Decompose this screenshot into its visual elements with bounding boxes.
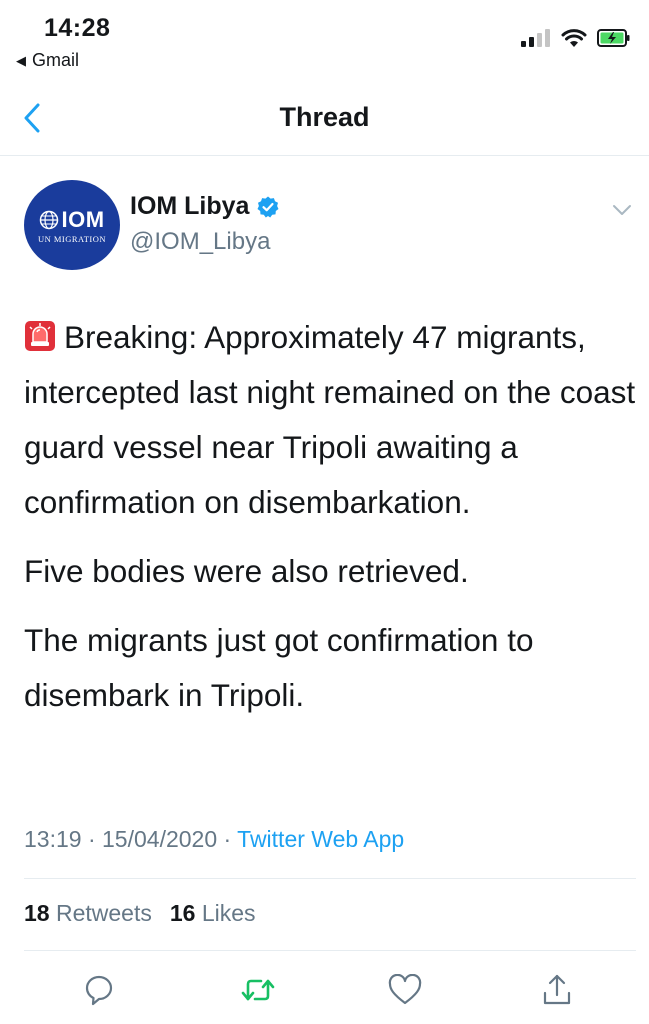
tweet-paragraph-3: The migrants just got confirmation to di… xyxy=(24,622,534,713)
meta-separator: · xyxy=(87,826,103,852)
avatar-text: IOM xyxy=(61,206,105,232)
signal-icon xyxy=(521,29,550,47)
handle[interactable]: @IOM_Libya xyxy=(130,228,270,256)
share-button[interactable] xyxy=(537,970,577,1010)
wifi-icon xyxy=(561,29,587,47)
like-icon xyxy=(388,974,422,1005)
avatar[interactable]: IOM UN MIGRATION xyxy=(24,180,120,270)
battery-charging-icon xyxy=(597,29,630,47)
back-app-label: Gmail xyxy=(32,50,80,70)
like-button[interactable] xyxy=(385,970,425,1010)
verified-badge-icon xyxy=(257,196,279,217)
reply-button[interactable] xyxy=(79,970,119,1010)
nav-bar: Thread xyxy=(0,80,649,156)
retweets-label: Retweets xyxy=(55,900,152,926)
globe-icon xyxy=(40,210,59,229)
likes-stat[interactable]: 16 Likes xyxy=(170,900,256,927)
likes-label: Likes xyxy=(201,900,256,926)
tweet-date: 15/04/2020 xyxy=(102,826,218,852)
tweet-source-link[interactable]: Twitter Web App xyxy=(237,826,404,852)
tweet-time: 13:19 xyxy=(24,826,82,852)
iom-logo: IOM xyxy=(39,207,104,233)
status-bar: 14:28 ◀ Gmail xyxy=(0,0,649,80)
tweet-header: IOM UN MIGRATION IOM Libya @IOM_Libya xyxy=(24,180,634,270)
avatar-subtext: UN MIGRATION xyxy=(37,233,107,244)
meta-separator: · xyxy=(223,826,238,852)
retweet-button[interactable] xyxy=(238,970,278,1010)
tweet-stats: 18 Retweets 16 Likes xyxy=(24,900,256,927)
tweet-text: Breaking: Approximately 47 migrants, int… xyxy=(24,310,636,737)
status-time: 14:28 xyxy=(44,14,111,42)
action-bar xyxy=(0,966,649,1012)
divider xyxy=(24,950,636,951)
display-name[interactable]: IOM Libya xyxy=(130,192,280,221)
display-name-text: IOM Libya xyxy=(130,192,250,220)
back-triangle-icon: ◀ xyxy=(16,52,26,68)
tweet-meta: 13:19 · 15/04/2020 · Twitter Web App xyxy=(24,826,404,853)
tweet-paragraph-1: Breaking: Approximately 47 migrants, int… xyxy=(24,319,636,520)
rotating-light-icon xyxy=(25,321,55,351)
retweets-stat[interactable]: 18 Retweets xyxy=(24,900,152,927)
retweets-count: 18 xyxy=(24,900,50,926)
retweet-icon xyxy=(241,979,275,1001)
tweet-paragraph-2: Five bodies were also retrieved. xyxy=(24,553,469,589)
status-icons xyxy=(521,28,631,48)
share-icon xyxy=(543,974,571,1005)
back-to-app-link[interactable]: ◀ Gmail xyxy=(16,50,79,71)
tweet-paragraph: Breaking: Approximately 47 migrants, int… xyxy=(24,310,636,530)
more-options-button[interactable] xyxy=(610,198,634,222)
reply-icon xyxy=(85,975,113,1006)
divider xyxy=(24,878,636,879)
page-title: Thread xyxy=(279,102,370,132)
likes-count: 16 xyxy=(169,900,196,926)
chevron-down-icon xyxy=(613,205,631,215)
